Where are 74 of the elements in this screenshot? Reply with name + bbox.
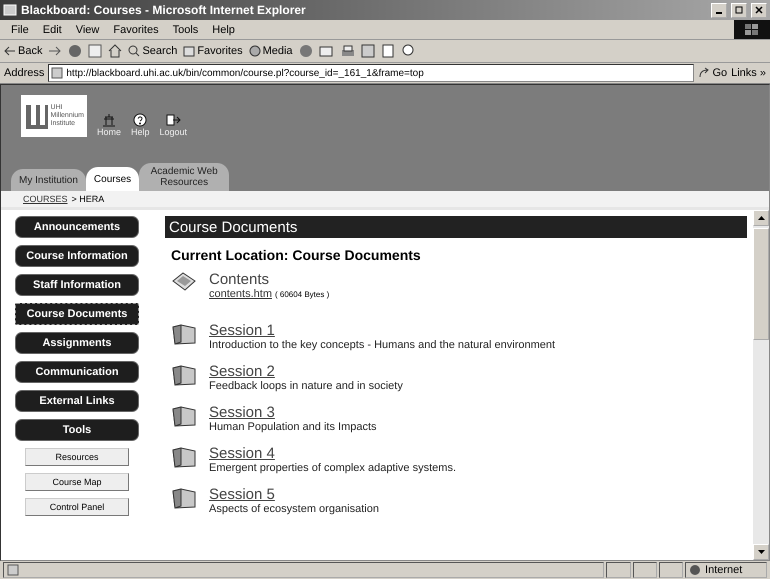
zone-label: Internet xyxy=(705,564,742,576)
close-button[interactable] xyxy=(751,2,767,18)
course-menu-button[interactable]: Staff Information xyxy=(15,274,139,296)
course-menu-button[interactable]: Course Documents xyxy=(15,303,139,325)
address-label: Address xyxy=(4,67,44,79)
search-icon xyxy=(128,45,140,57)
file-size: ( 60604 Bytes ) xyxy=(274,290,330,299)
go-button[interactable]: Go xyxy=(698,67,728,79)
session-link[interactable]: Session 4 xyxy=(209,445,456,462)
header-nav-link[interactable]: Help xyxy=(131,113,150,137)
course-menu-button[interactable]: Assignments xyxy=(15,332,139,354)
scrollbar[interactable] xyxy=(753,210,769,560)
breadcrumb-link[interactable]: COURSES xyxy=(23,194,68,204)
menu-item[interactable]: Help xyxy=(205,24,242,36)
links-label[interactable]: Links » xyxy=(731,67,766,79)
maximize-button[interactable] xyxy=(731,2,747,18)
course-menu-button[interactable]: Communication xyxy=(15,361,139,383)
header-nav-link[interactable]: Home xyxy=(97,113,122,137)
maximize-icon xyxy=(735,6,743,14)
help-icon xyxy=(133,113,148,127)
document-icon xyxy=(171,271,197,293)
session-description: Feedback loops in nature and in society xyxy=(209,380,403,392)
nav-tab[interactable]: My Institution xyxy=(11,169,86,191)
search-button[interactable]: Search xyxy=(128,45,178,57)
go-arrow-icon xyxy=(698,67,710,79)
nav-tab[interactable]: Courses xyxy=(86,167,140,191)
favorites-button[interactable]: Favorites xyxy=(183,45,243,57)
status-pane xyxy=(658,562,684,578)
item-title: Contents xyxy=(209,271,270,288)
session-link[interactable]: Session 5 xyxy=(209,486,379,503)
back-button[interactable]: Back xyxy=(4,45,42,57)
header-nav-link[interactable]: Logout xyxy=(160,113,188,137)
page-icon xyxy=(51,67,64,79)
course-menu-button[interactable]: External Links xyxy=(15,390,139,412)
section-heading: Course Documents xyxy=(165,216,747,238)
session-description: Introduction to the key concepts - Humans and the natural environment xyxy=(209,339,556,351)
menu-item[interactable]: Favorites xyxy=(106,24,166,36)
nav-tab[interactable]: Academic Web Resources xyxy=(139,163,230,191)
course-menu-button[interactable]: Course Information xyxy=(15,245,139,267)
window-title: Blackboard: Courses - Microsoft Internet Explorer xyxy=(21,3,307,17)
print-icon[interactable] xyxy=(340,44,355,58)
menu-item[interactable]: Edit xyxy=(36,24,69,36)
media-button[interactable]: Media xyxy=(248,45,293,57)
door-arrow-icon xyxy=(165,113,182,127)
session-description: Aspects of ecosystem organisation xyxy=(209,503,379,515)
tool-button[interactable]: Course Map xyxy=(25,473,129,491)
session-link[interactable]: Session 1 xyxy=(209,322,556,339)
back-arrow-icon xyxy=(4,46,16,56)
address-field[interactable]: http://blackboard.uhi.ac.uk/bin/common/course.pl?course_id=_161_1&frame=top xyxy=(48,64,694,82)
home-icon[interactable] xyxy=(108,44,122,58)
tool-button[interactable]: Control Panel xyxy=(25,498,129,516)
browser-icon xyxy=(3,3,17,17)
page-icon xyxy=(7,564,19,576)
status-pane xyxy=(632,562,657,578)
building-icon xyxy=(102,113,116,127)
menu-item[interactable]: Tools xyxy=(166,24,206,36)
course-menu-button[interactable]: Tools xyxy=(15,419,139,441)
minimize-button[interactable] xyxy=(711,2,727,18)
session-link[interactable]: Session 2 xyxy=(209,363,403,380)
location-text: Current Location: Course Documents xyxy=(170,246,422,265)
file-link[interactable]: contents.htm xyxy=(209,288,272,300)
tool-button[interactable]: Resources xyxy=(25,448,129,466)
session-description: Emergent properties of complex adaptive systems. xyxy=(209,462,456,474)
page-icon[interactable] xyxy=(380,44,395,58)
session-description: Human Population and its Impacts xyxy=(209,421,377,433)
status-pane xyxy=(606,562,631,578)
session-link[interactable]: Session 3 xyxy=(209,404,377,421)
close-icon xyxy=(755,6,763,14)
menu-item[interactable]: File xyxy=(4,24,36,36)
menu-item[interactable]: View xyxy=(68,24,106,36)
breadcrumb-text: > HERA xyxy=(72,194,104,204)
disc-icon xyxy=(248,45,261,57)
course-menu-button[interactable]: Announcements xyxy=(15,216,139,238)
forward-icon[interactable] xyxy=(48,46,62,56)
